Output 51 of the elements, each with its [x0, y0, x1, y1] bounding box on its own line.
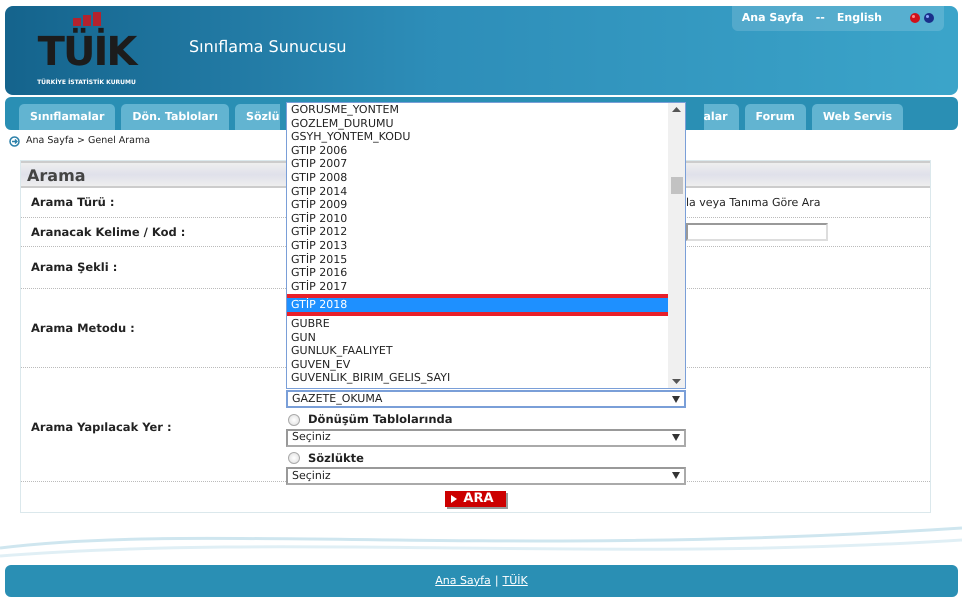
field-label: Aranacak Kelime / Kod :	[30, 224, 186, 241]
list-option[interactable]: GUN	[287, 330, 668, 344]
logo-text: TÜİK	[38, 26, 136, 76]
list-option[interactable]: GTİP 2010	[287, 212, 668, 226]
field-label: Arama Metodu :	[30, 320, 136, 337]
search-button[interactable]: ARA	[445, 491, 506, 508]
list-option[interactable]: GOZLEM_DURUMU	[287, 116, 668, 130]
caret-icon	[672, 472, 680, 480]
list-option[interactable]: GTİP 2017	[287, 280, 668, 294]
radio-button[interactable]	[288, 414, 300, 426]
scroll-up-icon	[672, 107, 681, 112]
list-option[interactable]: GTİP 2016	[287, 266, 668, 280]
list-option[interactable]: GTİP 2009	[287, 198, 668, 212]
list-option[interactable]: GTIP 2008	[287, 170, 668, 185]
select-field[interactable]: GAZETE_OKUMA	[286, 390, 686, 408]
input-field[interactable]	[686, 223, 828, 242]
play-icon	[451, 495, 458, 504]
scrollbar[interactable]	[668, 103, 685, 388]
link-separator: |	[494, 572, 499, 589]
scroll-down-icon	[672, 379, 681, 384]
list-option[interactable]: GTİP 2012	[287, 225, 668, 239]
scroll-thumb[interactable]	[670, 177, 682, 194]
field-value: la veya Tanıma Göre Ara	[686, 194, 821, 210]
arrow-circle-icon	[9, 136, 20, 147]
list-option[interactable]: GTİP 2013	[287, 238, 668, 253]
flag-icon	[910, 13, 920, 24]
dropdown-list[interactable]	[286, 102, 686, 389]
select-field[interactable]: Seçiniz	[286, 466, 686, 485]
site-title: Sınıflama Sunucusu	[189, 36, 347, 58]
list-option[interactable]: GUVEN_EV	[287, 358, 668, 372]
radio-button[interactable]	[288, 452, 300, 464]
select-field[interactable]: Seçiniz	[286, 428, 686, 446]
list-option[interactable]: GTIP 2006	[287, 144, 668, 158]
field-label: Arama Türü :	[30, 194, 116, 212]
footer-link[interactable]: TÜİK	[502, 572, 528, 590]
breadcrumb: Ana Sayfa > Genel Arama	[26, 134, 150, 148]
footer-link[interactable]: Ana Sayfa	[435, 572, 491, 590]
radio-label: Dönüşüm Tablolarında	[308, 411, 453, 428]
field-label: Arama Şekli :	[30, 259, 118, 276]
list-option[interactable]: GUBRE	[287, 316, 668, 330]
field-label: Arama Yapılacak Yer :	[30, 418, 173, 436]
caret-icon	[672, 396, 680, 403]
list-option[interactable]: GSYH_YONTEM_KODU	[287, 130, 668, 144]
radio-label: Sözlükte	[308, 450, 364, 466]
list-option[interactable]: GUVENLIK_BIRIM_GELIS_SAYI	[287, 371, 668, 385]
list-option[interactable]: GTİP 2015	[287, 252, 668, 266]
flag-icon	[924, 13, 934, 24]
list-option[interactable]: GORUSME_YONTEM	[287, 103, 668, 117]
caret-icon	[672, 434, 680, 441]
list-option[interactable]: GUNLUK_FAALIYET	[287, 344, 668, 358]
link-separator: --	[816, 10, 825, 26]
